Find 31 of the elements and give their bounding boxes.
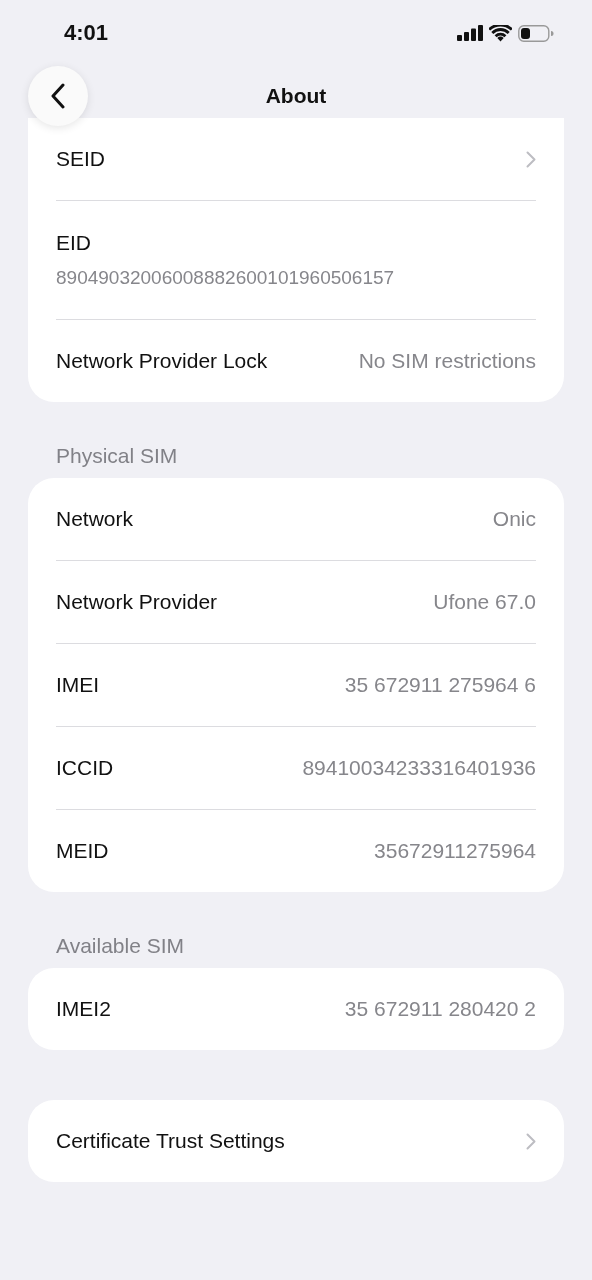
row-value: Onic <box>492 507 536 531</box>
row-value: Ufone 67.0 <box>433 590 536 614</box>
back-icon <box>50 83 66 109</box>
row-label: ICCID <box>56 756 114 780</box>
section-header: Available SIM <box>55 933 185 959</box>
section-header: Physical SIM <box>55 443 179 469</box>
page-title: About <box>265 84 327 108</box>
row-value: 89049032006008882600101960506157 <box>56 267 395 289</box>
row-value: 35 672911 280420 2 <box>344 997 536 1021</box>
chevron-icon <box>526 1132 536 1150</box>
wifi-icon <box>489 24 512 42</box>
row-label: Certificate Trust Settings <box>56 1129 285 1153</box>
battery-icon <box>518 24 554 42</box>
row-label: Network Provider <box>56 590 218 614</box>
row-value: 35672911275964 <box>374 839 536 863</box>
row-label: Network Provider Lock <box>56 349 268 373</box>
row-value: 35 672911 275964 6 <box>344 673 536 697</box>
row-label: SEID <box>56 147 105 171</box>
row-label: MEID <box>56 839 109 863</box>
row-label: EID <box>56 231 91 255</box>
row-label: Network <box>56 507 134 531</box>
row-value: 89410034233316401936 <box>302 756 536 780</box>
status-time: 4:01 <box>64 20 109 46</box>
row-label: IMEI2 <box>56 997 111 1021</box>
signal-icon <box>457 25 483 41</box>
settings-row[interactable]: Certificate Trust Settings <box>56 1100 536 1182</box>
row-label: IMEI <box>56 673 100 697</box>
back-button[interactable] <box>28 66 88 126</box>
row-value: No SIM restrictions <box>358 349 536 373</box>
chevron-icon <box>526 150 536 168</box>
settings-row[interactable]: SEID <box>56 118 536 200</box>
